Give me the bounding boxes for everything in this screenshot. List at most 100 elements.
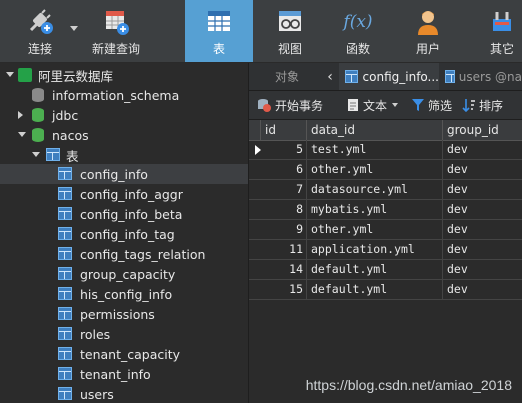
collapse-arrow-icon[interactable] (18, 132, 26, 137)
tree-db-nacos[interactable]: nacos (0, 125, 248, 145)
table-icon (58, 347, 72, 360)
table-row[interactable]: 11 application.yml dev (249, 240, 522, 260)
begin-transaction-button[interactable]: 开始事务 (257, 91, 323, 119)
cell-id[interactable]: 6 (261, 160, 307, 179)
column-header-group-id[interactable]: group_id (443, 120, 522, 140)
cell-id[interactable]: 5 (261, 140, 307, 159)
tree-table-item[interactable]: his_config_info (0, 284, 248, 304)
tree-db-information-schema[interactable]: information_schema (0, 85, 248, 105)
table-button[interactable]: 表 (185, 0, 253, 62)
table-row[interactable]: 7 datasource.yml dev (249, 180, 522, 200)
table-icon (58, 247, 72, 260)
tree-tables-group[interactable]: 表 (0, 145, 248, 165)
cell-group-id[interactable]: dev (443, 280, 522, 299)
table-icon (58, 227, 72, 240)
table-row[interactable]: 14 default.yml dev (249, 260, 522, 280)
cell-group-id[interactable]: dev (443, 260, 522, 279)
tree-table-item[interactable]: config_info (0, 164, 248, 184)
cell-id[interactable]: 15 (261, 280, 307, 299)
table-row[interactable]: 9 other.yml dev (249, 220, 522, 240)
table-name: roles (80, 326, 111, 342)
cell-id[interactable]: 9 (261, 220, 307, 239)
transaction-icon (258, 99, 271, 112)
sort-button[interactable]: 排序 (462, 91, 503, 119)
tab-label: 对象 (274, 70, 299, 84)
cell-group-id[interactable]: dev (443, 140, 522, 159)
tree-table-item[interactable]: tenant_capacity (0, 344, 248, 364)
chevron-down-icon[interactable] (392, 103, 399, 107)
cell-data-id[interactable]: application.yml (307, 240, 443, 259)
row-header-spacer (249, 120, 261, 140)
cell-group-id[interactable]: dev (443, 180, 522, 199)
tab-config-info[interactable]: config_info... (339, 63, 439, 90)
column-header-id[interactable]: id (261, 120, 307, 140)
tab-users[interactable]: users @na (441, 63, 522, 90)
cell-id[interactable]: 7 (261, 180, 307, 199)
function-icon: f(x) (342, 7, 374, 37)
new-query-button[interactable]: 新建查询 (84, 0, 148, 62)
cell-id[interactable]: 11 (261, 240, 307, 259)
tab-objects[interactable]: 对象 (257, 63, 317, 90)
tree-table-item[interactable]: permissions (0, 304, 248, 324)
database-icon (32, 88, 44, 102)
text-button[interactable]: 文本 (347, 91, 399, 119)
main-toolbar: 连接 新建查询 表 视图 f(x) 函数 用户 其它 (0, 0, 522, 63)
filter-button[interactable]: 筛选 (411, 91, 452, 119)
cell-data-id[interactable]: default.yml (307, 280, 443, 299)
sort-label: 排序 (479, 98, 504, 113)
tree-db-jdbc[interactable]: jdbc (0, 105, 248, 125)
table-row[interactable]: 5 test.yml dev (249, 140, 522, 160)
tab-label: config_info... (362, 69, 439, 84)
tree-table-item[interactable]: config_info_aggr (0, 184, 248, 204)
cell-id[interactable]: 8 (261, 200, 307, 219)
object-tree: 阿里云数据库 information_schema jdbc nacos 表 c… (0, 63, 249, 403)
sort-icon (462, 99, 475, 112)
database-icon (32, 128, 44, 142)
function-button[interactable]: f(x) 函数 (333, 0, 383, 62)
cell-group-id[interactable]: dev (443, 220, 522, 239)
connection-name: 阿里云数据库 (38, 68, 114, 84)
table-row[interactable]: 8 mybatis.yml dev (249, 200, 522, 220)
table-icon (58, 167, 72, 180)
table-name: permissions (80, 306, 155, 322)
connect-button[interactable]: 连接 (18, 0, 62, 62)
cell-group-id[interactable]: dev (443, 200, 522, 219)
filter-label: 筛选 (428, 98, 453, 113)
tree-table-item[interactable]: users (0, 384, 248, 403)
cell-data-id[interactable]: test.yml (307, 140, 443, 159)
connect-dropdown-caret[interactable] (70, 26, 78, 31)
tree-table-item[interactable]: config_info_beta (0, 204, 248, 224)
collapse-arrow-icon[interactable] (6, 72, 14, 77)
cell-data-id[interactable]: mybatis.yml (307, 200, 443, 219)
view-button[interactable]: 视图 (265, 0, 315, 62)
table-row[interactable]: 15 default.yml dev (249, 280, 522, 300)
cell-data-id[interactable]: default.yml (307, 260, 443, 279)
begin-transaction-label: 开始事务 (275, 98, 324, 113)
tree-table-item[interactable]: group_capacity (0, 264, 248, 284)
cell-data-id[interactable]: datasource.yml (307, 180, 443, 199)
table-icon (58, 207, 72, 220)
tree-table-item[interactable]: roles (0, 324, 248, 344)
column-header-data-id[interactable]: data_id (307, 120, 443, 140)
expand-arrow-icon[interactable] (18, 111, 23, 119)
tab-bar: 对象 ‹ config_info... users @na (249, 63, 522, 91)
cell-data-id[interactable]: other.yml (307, 220, 443, 239)
tree-table-item[interactable]: config_tags_relation (0, 244, 248, 264)
table-row[interactable]: 6 other.yml dev (249, 160, 522, 180)
cell-group-id[interactable]: dev (443, 240, 522, 259)
table-name: config_info (80, 166, 148, 182)
cell-group-id[interactable]: dev (443, 160, 522, 179)
table-icon (58, 327, 72, 340)
other-button[interactable]: 其它 (482, 0, 522, 62)
table-name: tenant_info (80, 366, 151, 382)
tab-scroll-left-icon[interactable]: ‹ (323, 63, 337, 90)
tree-table-item[interactable]: tenant_info (0, 364, 248, 384)
tree-connection[interactable]: 阿里云数据库 (0, 65, 248, 85)
cell-id[interactable]: 14 (261, 260, 307, 279)
user-button[interactable]: 用户 (403, 0, 453, 62)
table-name: config_tags_relation (80, 246, 206, 262)
new-query-label: 新建查询 (91, 42, 140, 56)
collapse-arrow-icon[interactable] (32, 152, 40, 157)
tree-table-item[interactable]: config_info_tag (0, 224, 248, 244)
cell-data-id[interactable]: other.yml (307, 160, 443, 179)
